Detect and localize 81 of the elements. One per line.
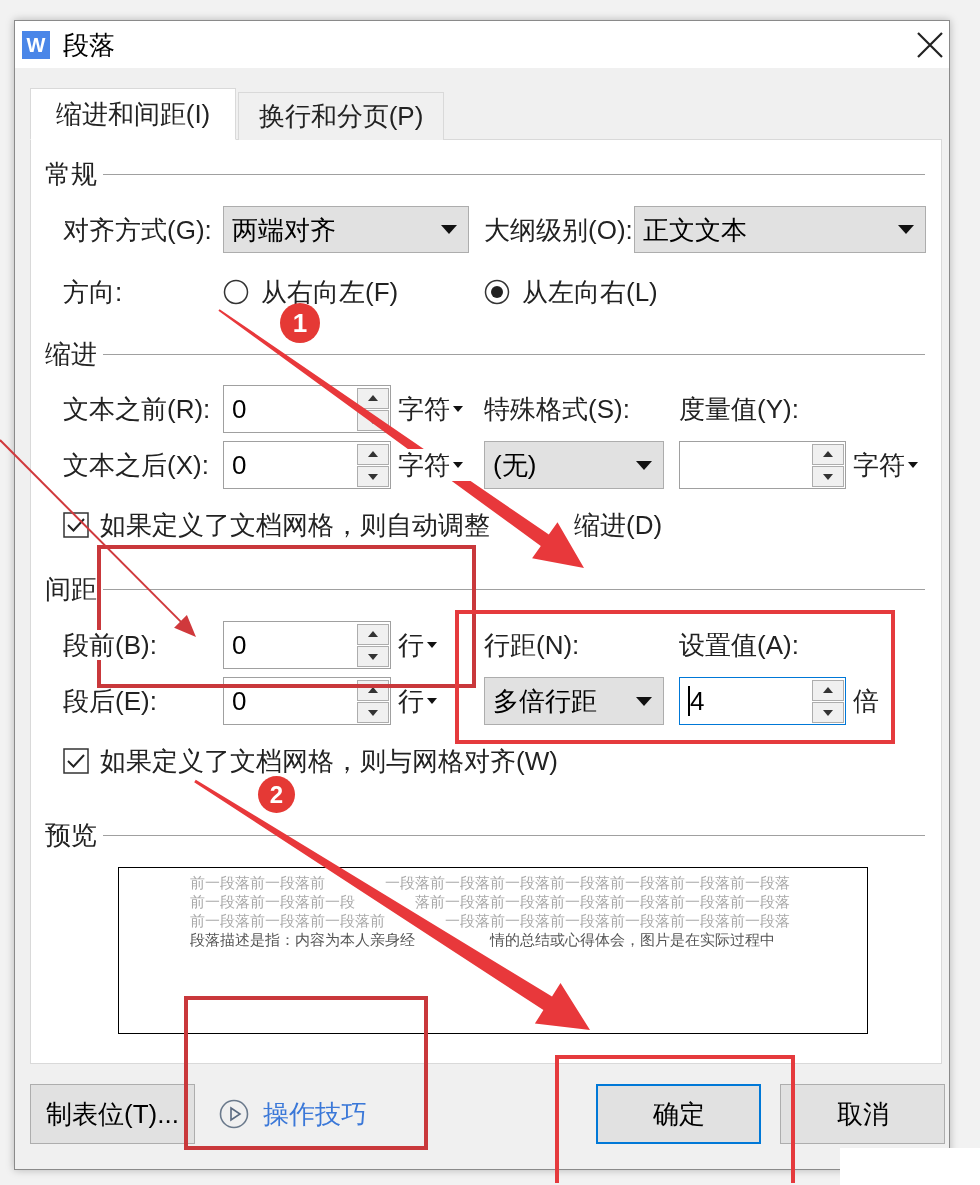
spin-up-button[interactable] — [812, 443, 844, 465]
spin-up-button[interactable] — [357, 387, 389, 409]
spin-down-button[interactable] — [357, 645, 389, 667]
field-label: 方向: — [63, 279, 124, 305]
unit-dropdown[interactable]: 字符 — [398, 396, 477, 422]
section-heading: 缩进 — [45, 341, 97, 367]
window-title: 段落 — [63, 31, 115, 58]
field-value: 4 — [690, 688, 705, 714]
spin-up-button[interactable] — [812, 679, 844, 701]
checkbox-label[interactable]: 如果定义了文档网格，则与网格对齐(W) — [100, 748, 558, 774]
checkbox[interactable] — [63, 512, 89, 538]
dropdown[interactable]: 两端对齐 — [223, 206, 469, 253]
tab[interactable]: 换行和分页(P) — [238, 92, 444, 140]
tips-link[interactable]: 操作技巧 — [263, 1094, 367, 1134]
field-value: 0 — [232, 632, 247, 658]
preview-text: 前一段落前一段落前一段 — [190, 893, 355, 912]
radio-button[interactable] — [484, 279, 510, 305]
section-heading: 常规 — [45, 161, 97, 187]
caret-icon — [898, 225, 914, 234]
caret-icon — [453, 406, 463, 412]
spin-box[interactable]: 0 — [223, 441, 391, 489]
spin-down-button[interactable] — [357, 465, 389, 487]
preview-text: 前一段落前一段落前一段落前 — [190, 912, 385, 931]
field-label: 设置值(A): — [679, 632, 799, 658]
field-label: 段后(E): — [63, 688, 158, 714]
field-value: 0 — [232, 396, 247, 422]
field-label: 文本之前(R): — [63, 396, 212, 422]
preview-text: 段落描述是指：内容为本人亲身经 — [190, 931, 415, 950]
dropdown[interactable]: 多倍行距 — [484, 677, 664, 725]
caret-icon — [908, 462, 918, 468]
field-label: 大纲级别(O): — [484, 216, 634, 243]
spin-box[interactable]: 0 — [223, 385, 391, 433]
spin-up-button[interactable] — [357, 443, 389, 465]
preview-text: 一段落前一段落前一段落前一段落前一段落前一段落前一段落 — [385, 874, 790, 893]
unit-dropdown[interactable]: 字符 — [853, 452, 918, 478]
unit-dropdown[interactable]: 行 — [398, 632, 477, 658]
dropdown[interactable]: (无) — [484, 441, 664, 489]
spin-down-button[interactable] — [812, 701, 844, 723]
spin-down-button[interactable] — [357, 701, 389, 723]
caret-icon — [427, 642, 437, 648]
caret-icon — [453, 462, 463, 468]
preview-text: 落前一段落前一段落前一段落前一段落前一段落前一段落 — [415, 893, 790, 912]
tabs-button[interactable]: 制表位(T)... — [30, 1084, 195, 1144]
caret-icon — [427, 698, 437, 704]
cancel-button[interactable]: 取消 — [780, 1084, 945, 1144]
dropdown[interactable]: 正文文本 — [634, 206, 926, 253]
ok-button[interactable]: 确定 — [596, 1084, 761, 1144]
preview-text: 情的总结或心得体会，图片是在实际过程中 — [490, 931, 775, 950]
preview-text: 一段落前一段落前一段落前一段落前一段落前一段落 — [445, 912, 790, 931]
radio-button[interactable] — [223, 279, 249, 305]
section-heading: 间距 — [45, 576, 97, 602]
spin-up-button[interactable] — [357, 623, 389, 645]
field-label: 特殊格式(S): — [484, 396, 631, 422]
preview-text: 前一段落前一段落前 — [190, 874, 325, 893]
close-icon[interactable] — [917, 31, 943, 58]
text-cursor-icon — [688, 686, 690, 716]
tab[interactable]: 缩进和间距(I) — [30, 88, 236, 140]
checkbox-label[interactable]: 缩进(D) — [574, 512, 663, 538]
play-circle-icon[interactable] — [219, 1099, 249, 1129]
field-label: 度量值(Y): — [679, 396, 799, 422]
field-label: 对齐方式(G): — [63, 216, 213, 243]
checkbox[interactable] — [63, 748, 89, 774]
app-icon: W — [22, 30, 50, 59]
radio-label[interactable]: 从左向右(L) — [522, 279, 658, 305]
field-value: 0 — [232, 452, 247, 478]
spin-box[interactable]: 0 — [223, 677, 391, 725]
caret-icon — [441, 225, 457, 234]
spin-box[interactable]: 0 — [223, 621, 391, 669]
field-label: 段前(B): — [63, 630, 157, 660]
field-value: 0 — [232, 688, 247, 714]
checkbox-label[interactable]: 如果定义了文档网格，则自动调整 — [100, 512, 490, 538]
field-label: 行距(N): — [484, 632, 581, 658]
radio-label[interactable]: 从右向左(F) — [261, 279, 399, 305]
section-heading: 预览 — [45, 822, 97, 848]
unit-label: 倍 — [853, 688, 879, 714]
spin-box[interactable]: 4 — [679, 677, 846, 725]
field-label: 文本之后(X): — [63, 452, 210, 478]
spin-down-button[interactable] — [812, 465, 844, 487]
caret-icon — [636, 460, 652, 470]
caret-icon — [636, 696, 652, 706]
unit-dropdown[interactable]: 行 — [398, 688, 477, 714]
